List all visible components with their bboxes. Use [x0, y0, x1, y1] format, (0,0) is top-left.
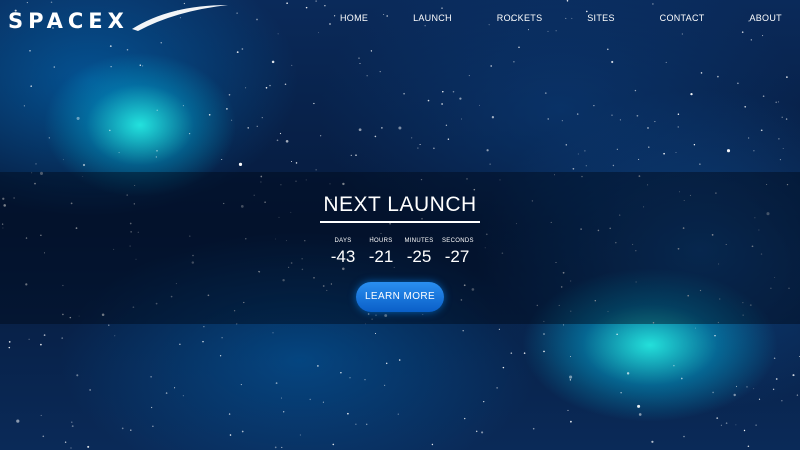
nav-about[interactable]: ABOUT [749, 13, 782, 23]
hero-title: NEXT LAUNCH [320, 193, 480, 223]
countdown-value: -25 [406, 247, 432, 266]
countdown: DAYS -43 HOURS -21 MINUTES -25 SECONDS -… [0, 238, 800, 267]
hero: NEXT LAUNCH DAYS -43 HOURS -21 MINUTES -… [0, 193, 800, 312]
nav-launch[interactable]: LAUNCH [413, 13, 452, 23]
countdown-minutes: MINUTES -25 [404, 238, 434, 267]
countdown-value: -43 [330, 247, 356, 266]
countdown-value: -27 [444, 247, 470, 266]
nav-contact[interactable]: CONTACT [660, 13, 705, 23]
spacex-logo[interactable]: SPACEX [8, 9, 129, 33]
main-nav: HOME LAUNCH ROCKETS SITES CONTACT ABOUT [340, 13, 782, 23]
logo-swoosh-icon [132, 5, 228, 31]
nav-rockets[interactable]: ROCKETS [497, 13, 543, 23]
logo-text: SPACEX [8, 9, 129, 33]
learn-more-button[interactable]: LEARN MORE [356, 282, 444, 312]
nav-home[interactable]: HOME [340, 13, 368, 23]
nav-sites[interactable]: SITES [587, 13, 615, 23]
countdown-value: -21 [368, 247, 394, 266]
countdown-hours: HOURS -21 [366, 238, 396, 267]
countdown-label: SECONDS [442, 238, 474, 244]
countdown-label: HOURS [369, 238, 393, 244]
countdown-days: DAYS -43 [328, 238, 358, 267]
countdown-label: MINUTES [404, 238, 434, 244]
countdown-label: DAYS [334, 238, 352, 244]
countdown-seconds: SECONDS -27 [442, 238, 474, 267]
